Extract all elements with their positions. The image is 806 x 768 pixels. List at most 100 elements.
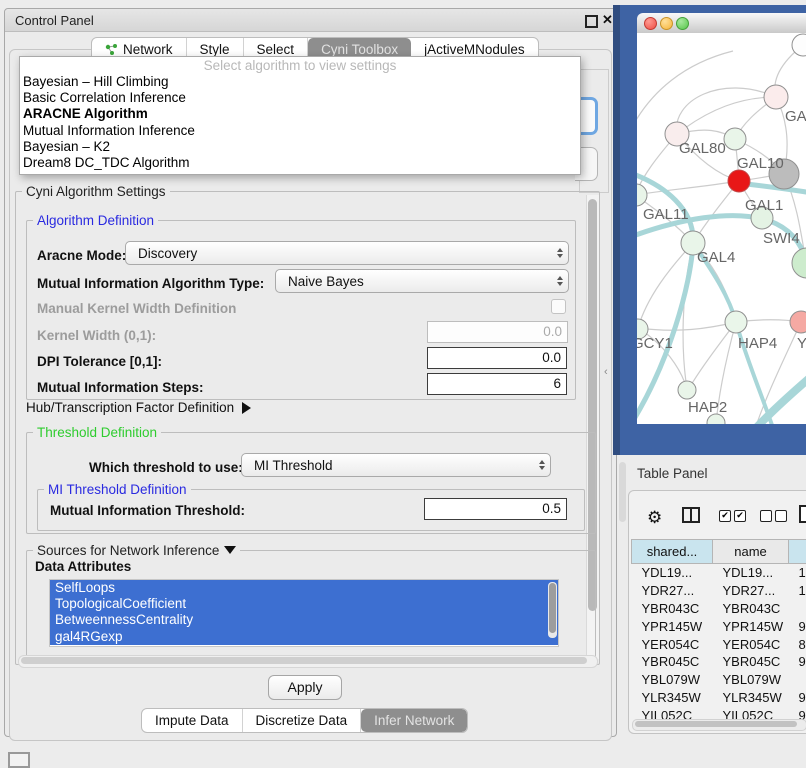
kernel-width-label: Kernel Width (0,1): [37,325,156,347]
settings-hscrollbar-thumb[interactable] [21,657,587,664]
table-cell: 12 [789,582,806,600]
aracne-mode-combo[interactable]: Discovery [125,241,569,265]
network-edge[interactable] [677,97,776,134]
network-edge[interactable] [677,88,776,134]
aracne-mode-label: Aracne Mode: [37,245,126,267]
control-panel-titlebar[interactable]: Control Panel ✕ [5,9,616,32]
which-threshold-combo[interactable]: MI Threshold [241,453,551,477]
zoom-traffic-icon[interactable] [676,17,689,30]
mi-type-value: Naive Bayes [276,274,552,289]
algorithm-option[interactable]: Dream8 DC_TDC Algorithm [20,155,580,171]
gear-icon[interactable]: ⚙ [647,508,662,528]
algorithm-option[interactable]: ARACNE Algorithm [20,106,580,122]
network-node[interactable] [724,128,746,150]
network-node-label: GAL80 [679,140,726,157]
table-header-row[interactable]: shared...name [632,540,806,564]
tab-discretize-data[interactable]: Discretize Data [243,709,362,732]
mi-steps-field[interactable]: 6 [427,373,567,395]
table-column-header[interactable] [789,540,806,564]
float-window-icon[interactable] [585,15,598,28]
table-horizontal-scrollbar[interactable] [632,719,806,731]
table-row[interactable]: YBR043CYBR043C [632,600,806,618]
dpi-tolerance-field[interactable]: 0.0 [427,347,567,369]
table-cell: YPR145W [713,617,789,635]
network-node[interactable] [728,170,750,192]
settings-horizontal-scrollbar[interactable] [18,655,598,668]
apply-button[interactable]: Apply [268,675,342,700]
table-row[interactable]: YPR145WYPR145W9. [632,617,806,635]
attributes-scrollbar-thumb[interactable] [549,583,556,633]
table-hscrollbar-thumb[interactable] [635,721,797,727]
network-node[interactable] [725,311,747,333]
sources-group-title[interactable]: Sources for Network Inference [33,543,240,558]
close-icon[interactable]: ✕ [602,12,613,28]
table-row[interactable]: YDR27...YDR27...12 [632,582,806,600]
algorithm-dropdown-popup: Select algorithm to view settings Bayesi… [19,56,581,175]
kernel-width-field: 0.0 [427,321,568,343]
select-all-checkbox-icon-2[interactable]: ✔ [734,510,746,522]
mi-threshold-field[interactable]: 0.5 [424,498,567,520]
close-traffic-icon[interactable] [644,17,657,30]
control-panel-title: Control Panel [15,13,94,28]
table-row[interactable]: YBR045CYBR045C9. [632,653,806,671]
table-cell: YPR145W [632,617,713,635]
attribute-list-item[interactable]: TopologicalCoefficient [50,596,558,612]
network-node[interactable] [792,248,806,278]
attributes-scrollbar[interactable] [548,582,557,638]
network-node-label: GAL10 [737,155,784,172]
table-row[interactable]: YER054CYER054C8. [632,635,806,653]
network-view-canvas[interactable]: GALGAL80GAL10GAL1GAL11SWI4GAL4GCY1HAP4YH… [637,33,806,424]
select-all-checkbox-icon[interactable]: ✔ [719,510,731,522]
cyni-algorithm-settings-group: Cyni Algorithm Settings Algorithm Defini… [15,191,600,665]
algorithm-option[interactable]: Bayesian – K2 [20,139,580,155]
network-window-titlebar[interactable] [637,13,806,34]
network-node-label: GAL [785,108,806,125]
table-column-header[interactable]: name [713,540,789,564]
document-icon[interactable] [799,505,806,523]
network-graph: GALGAL80GAL10GAL1GAL11SWI4GAL4GCY1HAP4YH… [637,33,806,424]
manual-kernel-checkbox[interactable] [551,299,566,314]
splitter-handle[interactable] [619,462,626,522]
split-columns-icon[interactable] [682,507,700,523]
mi-type-label: Mutual Information Algorithm Type: [37,273,264,295]
minimized-panel-icon[interactable] [8,752,30,768]
network-node[interactable] [678,381,696,399]
tab-impute-data[interactable]: Impute Data [142,709,243,732]
attribute-list-item[interactable]: BetweennessCentrality [50,612,558,628]
network-edge[interactable] [688,322,736,390]
mi-threshold-definition-title: MI Threshold Definition [44,482,191,497]
table-cell: YBR043C [713,600,789,618]
tab-cyni-toolbox-label: Cyni Toolbox [321,42,398,57]
network-edge[interactable] [638,322,736,330]
manual-kernel-label: Manual Kernel Width Definition [37,301,236,316]
table-row[interactable]: YBL079WYBL079W [632,671,806,689]
mi-threshold-label: Mutual Information Threshold: [50,500,245,522]
minimize-traffic-icon[interactable] [660,17,673,30]
data-attributes-label: Data Attributes [35,559,131,574]
table-row[interactable]: YLR345WYLR345W9. [632,689,806,707]
mi-steps-label: Mutual Information Steps: [37,377,204,399]
hub-definition-toggle[interactable]: Hub/Transcription Factor Definition [26,400,251,415]
node-attribute-table[interactable]: shared...name YDL19...YDL19...13YDR27...… [631,539,806,724]
algorithm-definition-title: Algorithm Definition [33,213,158,228]
data-attributes-list[interactable]: SelfLoopsTopologicalCoefficientBetweenne… [49,579,559,647]
tab-impute-data-label: Impute Data [155,713,229,728]
deselect-all-checkbox-icon-2[interactable] [775,510,787,522]
which-threshold-label: Which threshold to use: [89,457,243,479]
attribute-list-item[interactable]: SelfLoops [50,580,558,596]
deselect-all-checkbox-icon[interactable] [760,510,772,522]
dpi-tolerance-label: DPI Tolerance [0,1]: [37,351,162,373]
algorithm-option[interactable]: Basic Correlation Inference [20,90,580,106]
combo-arrows-icon [552,248,568,258]
attribute-list-item[interactable]: gal4RGexp [50,629,558,645]
table-row[interactable]: YDL19...YDL19...13 [632,564,806,582]
network-node[interactable] [790,311,806,333]
tab-network-label: Network [123,42,173,57]
tab-infer-network[interactable]: Infer Network [361,709,467,732]
algorithm-option[interactable]: Mutual Information Inference [20,123,580,139]
network-node[interactable] [764,85,788,109]
table-column-header[interactable]: shared... [632,540,713,564]
mi-type-combo[interactable]: Naive Bayes [275,269,569,293]
panel-splitter-arrow[interactable]: ‹ [604,366,608,378]
algorithm-option[interactable]: Bayesian – Hill Climbing [20,74,580,90]
